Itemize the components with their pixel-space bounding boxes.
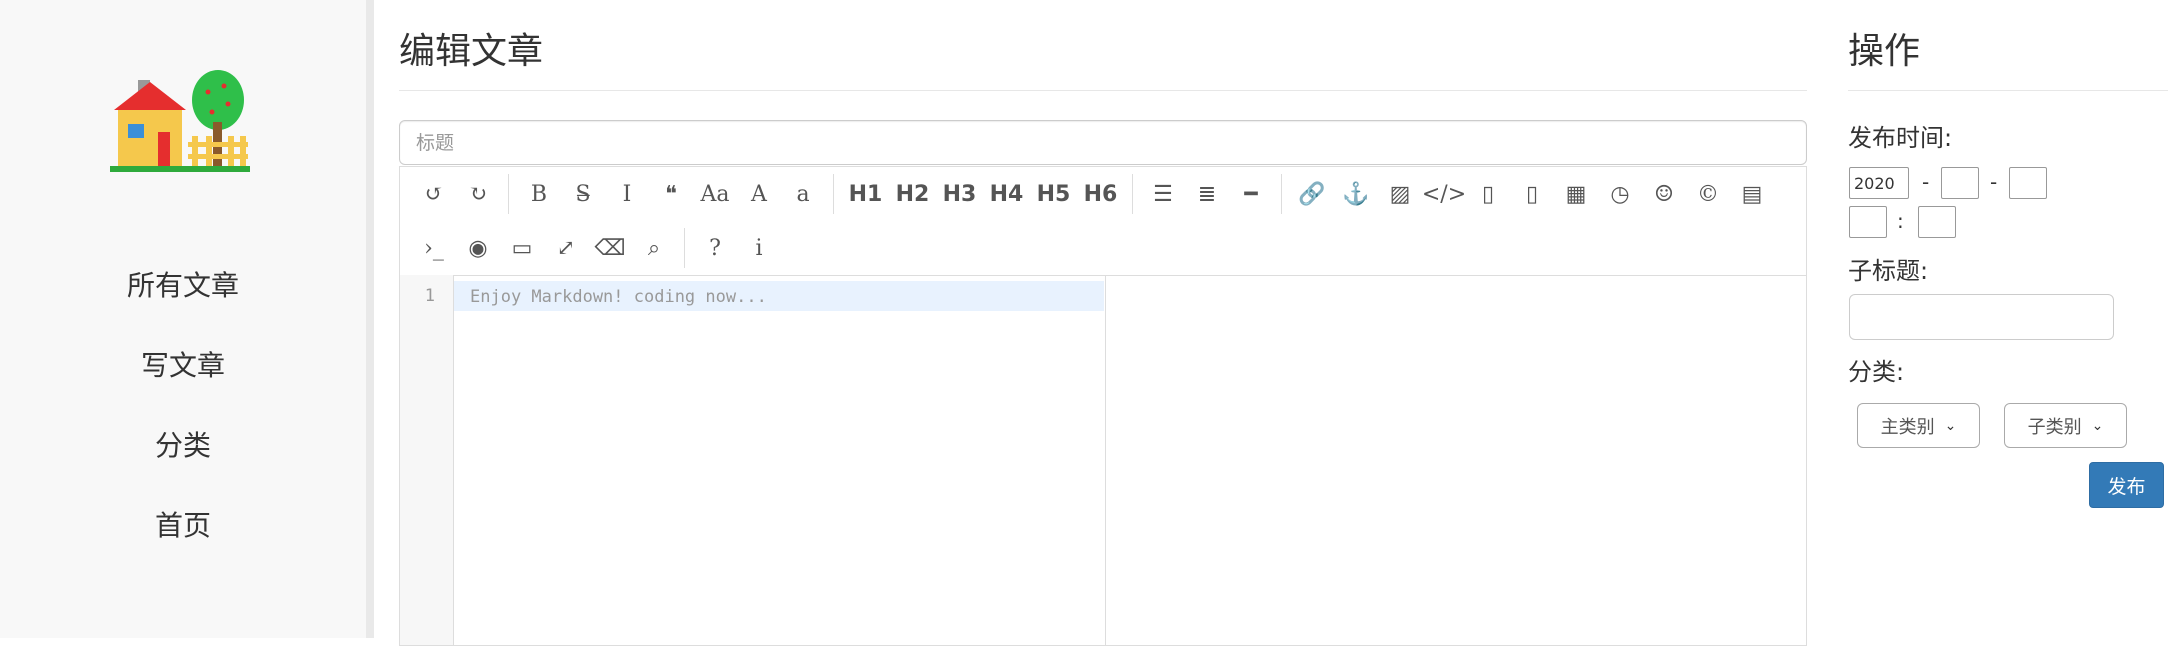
html-entities-icon[interactable]: ©: [1686, 174, 1730, 214]
table-icon[interactable]: ▦: [1554, 174, 1598, 214]
time-separator: :: [1897, 209, 1904, 233]
nav-home[interactable]: 首页: [0, 498, 366, 578]
quote-icon[interactable]: ❝: [649, 174, 693, 214]
editor-placeholder: Enjoy Markdown! coding now...: [470, 287, 767, 307]
h6-icon[interactable]: H6: [1077, 174, 1124, 214]
operations-divider: [1848, 90, 2168, 91]
inline-code-icon[interactable]: </>: [1422, 174, 1466, 214]
image-icon[interactable]: ▨: [1378, 174, 1422, 214]
toolbar-separator: [1132, 174, 1133, 214]
info-icon[interactable]: i: [737, 228, 781, 268]
sidebar-nav: 所有文章 写文章 分类 首页: [0, 258, 366, 578]
horizontal-rule-icon[interactable]: ━: [1229, 174, 1273, 214]
page-title: 编辑文章: [399, 31, 544, 72]
link-icon[interactable]: 🔗: [1290, 174, 1334, 214]
line-gutter: 1: [400, 275, 454, 645]
main-category-value: 主类别: [1880, 416, 1935, 438]
ordered-list-icon[interactable]: ≣: [1185, 174, 1229, 214]
operations-title: 操作: [1848, 31, 1921, 72]
article-title-input[interactable]: [399, 120, 1807, 165]
help-icon[interactable]: ?: [693, 228, 737, 268]
datetime-icon[interactable]: ◷: [1598, 174, 1642, 214]
toolbar-separator: [684, 228, 685, 268]
sub-category-select[interactable]: 子类别 ⌄: [2004, 403, 2127, 448]
subtitle-label: 子标题:: [1848, 257, 1929, 285]
nav-categories[interactable]: 分类: [0, 418, 366, 498]
h3-icon[interactable]: H3: [936, 174, 983, 214]
sidebar-divider: [366, 0, 374, 638]
title-divider: [399, 90, 1807, 91]
titlecase-icon[interactable]: A: [737, 174, 781, 214]
chevron-down-icon: ⌄: [2091, 417, 2104, 434]
markdown-input-pane[interactable]: 1: [400, 275, 1106, 645]
undo-icon[interactable]: ↺: [412, 174, 456, 214]
pagebreak-icon[interactable]: ▤: [1730, 174, 1774, 214]
code-block-icon[interactable]: ▯: [1466, 174, 1510, 214]
h4-icon[interactable]: H4: [983, 174, 1030, 214]
house-tree-logo: [110, 70, 250, 172]
clear-icon[interactable]: ⌫: [588, 228, 632, 268]
year-input[interactable]: [1849, 167, 1909, 199]
main-category-select[interactable]: 主类别 ⌄: [1857, 403, 1980, 448]
sub-category-value: 子类别: [2027, 416, 2082, 438]
category-label: 分类:: [1848, 358, 1905, 386]
uppercase-icon[interactable]: Aa: [693, 174, 737, 214]
nav-all-articles[interactable]: 所有文章: [0, 258, 366, 338]
h1-icon[interactable]: H1: [842, 174, 889, 214]
date-separator: -: [1922, 170, 1930, 194]
bold-icon[interactable]: B: [517, 174, 561, 214]
toolbar-row-1: ↺ ↻ B S̶ I ❝ Aa Aa H1 H2 H3 H4 H5 H6 ☰ ≣ ━ 🔗 ⚓ ▨ </> ▯ ▯ ▦ ◷ ☺ © ▤: [412, 172, 1774, 216]
unordered-list-icon[interactable]: ☰: [1141, 174, 1185, 214]
strikethrough-icon[interactable]: S̶: [561, 174, 605, 214]
nav-write-article[interactable]: 写文章: [0, 338, 366, 418]
anchor-icon[interactable]: ⚓: [1334, 174, 1378, 214]
preformatted-text-icon[interactable]: ▯: [1510, 174, 1554, 214]
h2-icon[interactable]: H2: [889, 174, 936, 214]
sidebar: 所有文章 写文章 分类 首页: [0, 0, 366, 638]
editor-toolbar: ↺ ↻ B S̶ I ❝ Aa Aa H1 H2 H3 H4 H5 H6 ☰ ≣ ━ 🔗 ⚓ ▨ </> ▯ ▯ ▦ ◷ ☺ © ▤ …: [400, 167, 1806, 276]
minute-input[interactable]: [1918, 206, 1956, 238]
html-preview-icon[interactable]: ▭: [500, 228, 544, 268]
subtitle-input[interactable]: [1849, 294, 2114, 340]
toolbar-row-2: ›_ ◉ ▭ ⤢ ⌫ ⌕? i: [412, 226, 781, 270]
h5-icon[interactable]: H5: [1030, 174, 1077, 214]
goto-line-icon[interactable]: ›_: [412, 228, 456, 268]
toggle-preview-icon[interactable]: ◉: [456, 228, 500, 268]
line-number: 1: [424, 286, 435, 306]
markdown-editor: ↺ ↻ B S̶ I ❝ Aa Aa H1 H2 H3 H4 H5 H6 ☰ ≣ ━ 🔗 ⚓ ▨ </> ▯ ▯ ▦ ◷ ☺ © ▤ …: [399, 166, 1807, 646]
toolbar-separator: [1281, 174, 1282, 214]
month-input[interactable]: [1941, 167, 1979, 199]
redo-icon[interactable]: ↻: [456, 174, 500, 214]
chevron-down-icon: ⌄: [1944, 417, 1957, 434]
date-separator: -: [1990, 170, 1998, 194]
day-input[interactable]: [2009, 167, 2047, 199]
toolbar-separator: [508, 174, 509, 214]
publish-button[interactable]: 发布: [2089, 462, 2164, 508]
fullscreen-icon[interactable]: ⤢: [544, 228, 588, 268]
hour-input[interactable]: [1849, 206, 1887, 238]
emoji-icon[interactable]: ☺: [1642, 174, 1686, 214]
lowercase-icon[interactable]: a: [781, 174, 825, 214]
publish-time-label: 发布时间:: [1848, 124, 1953, 152]
italic-icon[interactable]: I: [605, 174, 649, 214]
search-icon[interactable]: ⌕: [632, 228, 676, 268]
toolbar-separator: [833, 174, 834, 214]
